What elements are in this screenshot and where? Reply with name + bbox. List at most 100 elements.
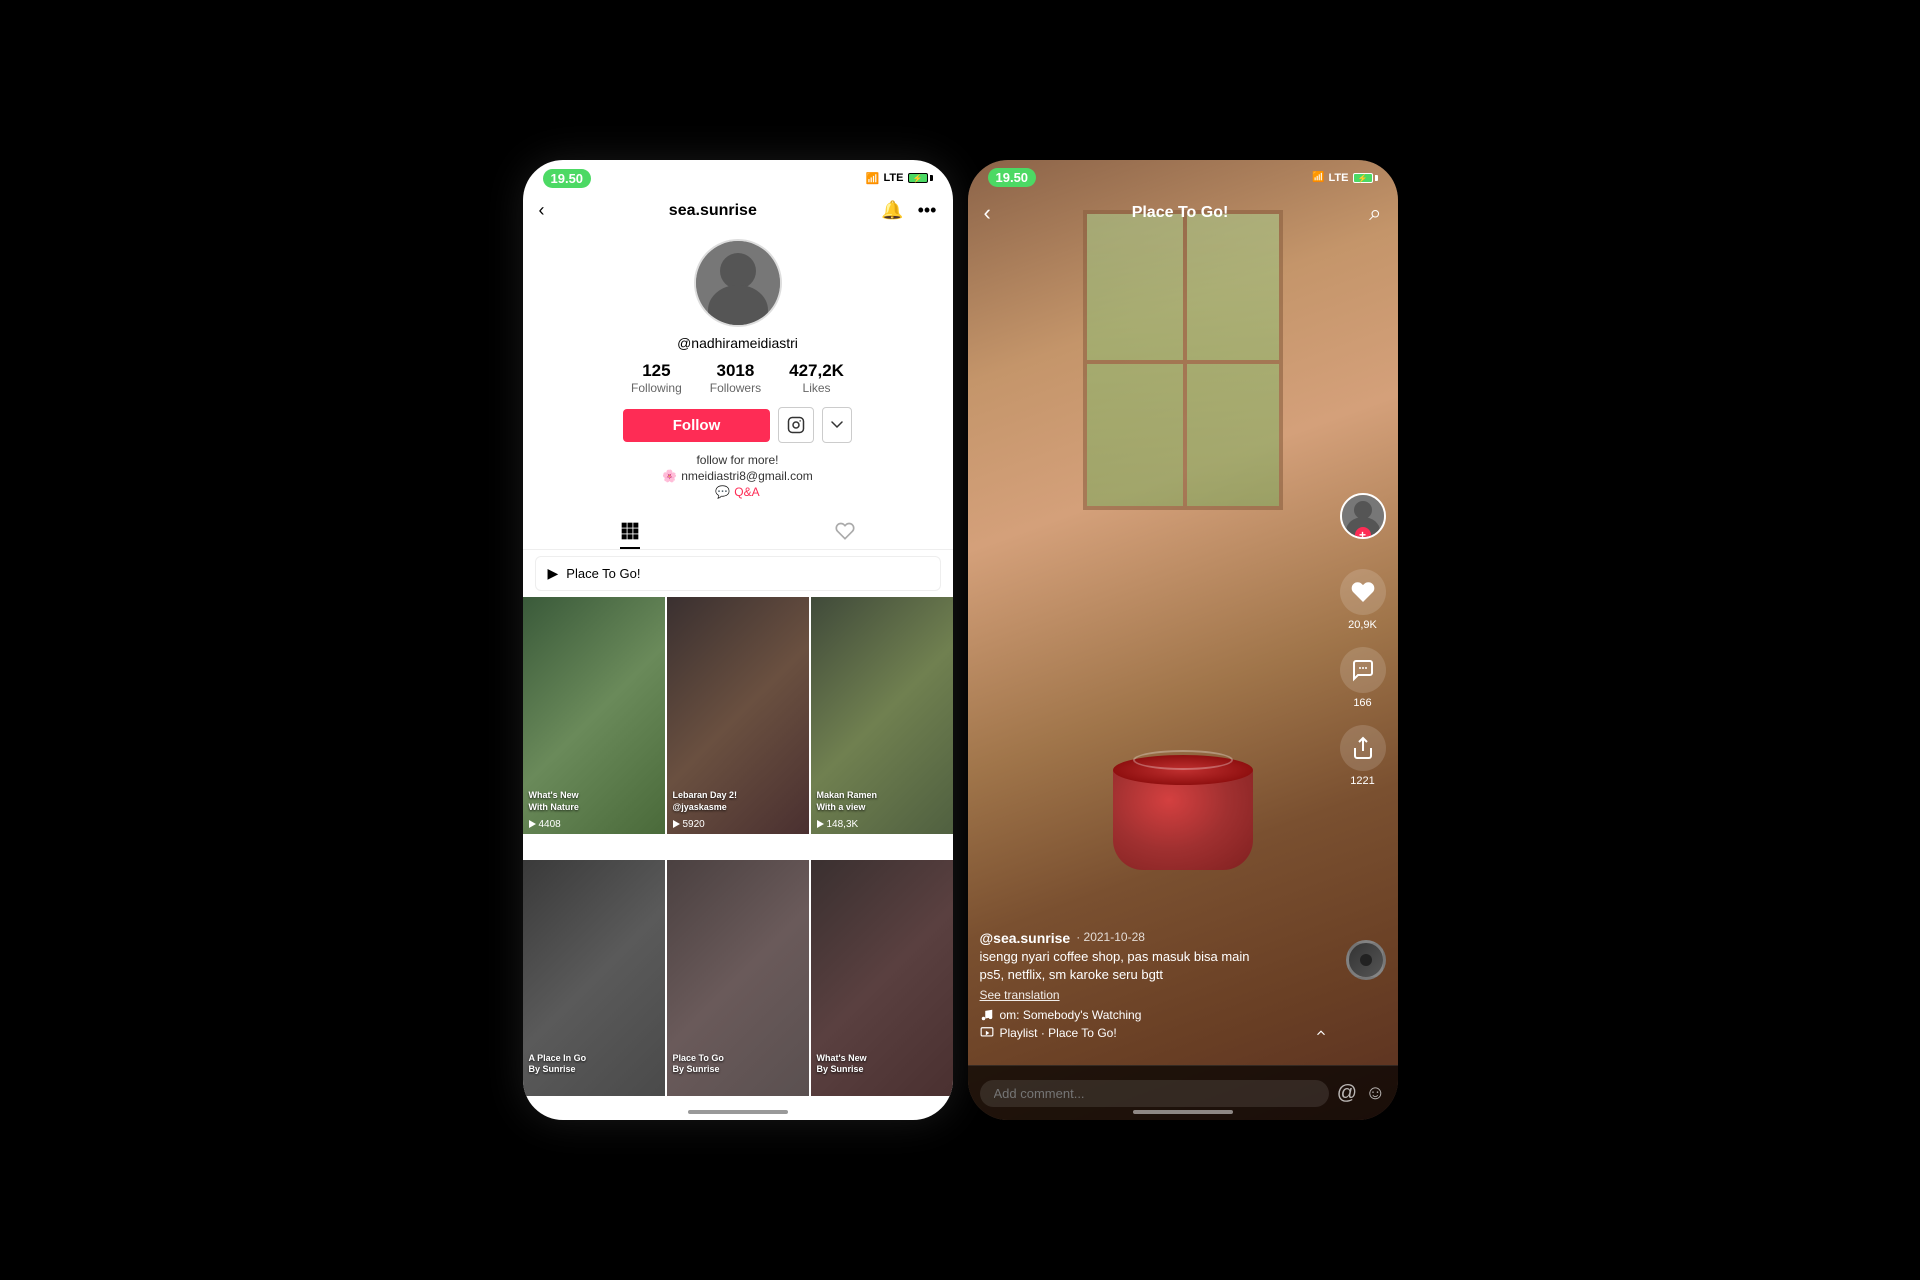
stat-followers: 3018 Followers <box>710 361 761 395</box>
playlist-info: Playlist · Place To Go! <box>980 1026 1117 1040</box>
comment-action[interactable]: 166 <box>1340 647 1386 709</box>
table-row[interactable]: What's NewBy Sunrise <box>811 860 953 1097</box>
home-indicator <box>688 1110 788 1114</box>
cup-swirl <box>1133 750 1233 770</box>
share-action[interactable]: 1221 <box>1340 725 1386 787</box>
instagram-button[interactable] <box>778 407 814 443</box>
video-label: What's NewWith Nature <box>529 790 659 813</box>
video-views: 148,3K <box>817 819 859 830</box>
video-label: A Place In GoBy Sunrise <box>529 1053 659 1076</box>
play-icon <box>529 820 536 828</box>
qa-emoji: 💬 <box>715 485 730 499</box>
nav-right-icons: 🔔 ••• <box>881 200 936 221</box>
chevron-up-icon[interactable] <box>1314 1026 1328 1040</box>
right-nav-title: Place To Go! <box>1132 204 1229 222</box>
video-label: Lebaran Day 2!@jyaskasme <box>673 790 803 813</box>
bio-email: nmeidiastri8@gmail.com <box>681 469 813 483</box>
qa-button[interactable]: Q&A <box>734 485 759 499</box>
music-disc[interactable] <box>1346 940 1386 980</box>
video-label: Place To GoBy Sunrise <box>673 1053 803 1076</box>
more-options-icon[interactable]: ••• <box>918 200 937 221</box>
comment-count: 166 <box>1353 697 1371 709</box>
right-time: 19.50 <box>988 168 1037 187</box>
email-emoji: 🌸 <box>662 469 677 483</box>
profile-section: @nadhirameidiastri 125 Following 3018 Fo… <box>523 229 953 501</box>
video-views: 5920 <box>673 819 705 830</box>
share-count: 1221 <box>1350 775 1374 787</box>
action-buttons: Follow <box>623 407 853 443</box>
stat-following: 125 Following <box>631 361 682 395</box>
cup-body <box>1113 770 1253 870</box>
right-status-icons: 📶 LTE ⚡ <box>1312 172 1377 184</box>
stat-likes: 427,2K Likes <box>789 361 844 395</box>
music-text: om: Somebody's Watching <box>1000 1008 1142 1022</box>
notification-icon[interactable]: 🔔 <box>881 200 903 221</box>
left-phone-screen: 19.50 📶 LTE ⚡ ‹ sea.sunrise 🔔 ••• @nadhi… <box>523 160 953 1120</box>
creator-avatar[interactable]: + <box>1340 493 1386 539</box>
bio-text1: follow for more! <box>696 453 778 467</box>
video-grid: What's NewWith Nature 4408 Lebaran Day 2… <box>523 597 953 1120</box>
play-icon <box>817 820 824 828</box>
table-row[interactable]: What's NewWith Nature 4408 <box>523 597 665 834</box>
window-decoration <box>1083 210 1283 510</box>
left-time: 19.50 <box>543 169 592 188</box>
follow-plus-badge: + <box>1355 527 1371 539</box>
table-row[interactable]: Place To GoBy Sunrise <box>667 860 809 1097</box>
stats-row: 125 Following 3018 Followers 427,2K Like… <box>631 361 844 395</box>
right-phone-screen: 19.50 📶 LTE ⚡ ‹ Place To Go! ⌕ + <box>968 160 1398 1120</box>
followers-value: 3018 <box>717 361 755 381</box>
comment-input[interactable] <box>980 1080 1329 1107</box>
at-mention-icon[interactable]: @ <box>1337 1082 1357 1105</box>
table-row[interactable]: Makan RamenWith a view 148,3K <box>811 597 953 834</box>
follow-button[interactable]: Follow <box>623 409 771 442</box>
playlist-text: Place To Go! <box>566 566 640 581</box>
lte-label: LTE <box>884 172 904 184</box>
right-lte-label: LTE <box>1329 172 1349 184</box>
left-status-bar: 19.50 📶 LTE ⚡ <box>523 160 953 196</box>
emoji-picker-icon[interactable]: ☺ <box>1365 1082 1385 1105</box>
table-row[interactable]: A Place In GoBy Sunrise <box>523 860 665 1097</box>
table-row[interactable]: Lebaran Day 2!@jyaskasme 5920 <box>667 597 809 834</box>
avatar <box>694 239 782 327</box>
left-top-nav: ‹ sea.sunrise 🔔 ••• <box>523 196 953 229</box>
following-label: Following <box>631 381 682 395</box>
bottom-video-info: @sea.sunrise · 2021-10-28 isengg nyari c… <box>980 930 1328 1040</box>
bio-email-line: 🌸 nmeidiastri8@gmail.com <box>662 469 813 483</box>
creator-avatar-action[interactable]: + <box>1340 493 1386 539</box>
more-options-button[interactable] <box>822 407 852 443</box>
likes-value: 427,2K <box>789 361 844 381</box>
likes-label: Likes <box>803 381 831 395</box>
play-icon <box>673 820 680 828</box>
bio-qa-line: 💬 Q&A <box>662 485 813 499</box>
tab-videos[interactable] <box>523 513 738 549</box>
video-label: Makan RamenWith a view <box>817 790 947 813</box>
window-vertical-frame <box>1183 214 1187 506</box>
profile-handle: @nadhirameidiastri <box>677 335 798 351</box>
music-info: om: Somebody's Watching <box>980 1008 1328 1022</box>
comment-button[interactable] <box>1340 647 1386 693</box>
followers-label: Followers <box>710 381 761 395</box>
cup-surface <box>1113 755 1253 785</box>
video-label: What's NewBy Sunrise <box>817 1053 947 1076</box>
video-views: 4408 <box>529 819 561 830</box>
right-search-button[interactable]: ⌕ <box>1369 200 1381 226</box>
tab-liked[interactable] <box>738 513 953 549</box>
signal-icon: 📶 <box>866 172 880 185</box>
profile-tabs <box>523 513 953 550</box>
like-button[interactable] <box>1340 569 1386 615</box>
battery-icon: ⚡ <box>908 173 933 183</box>
right-back-button[interactable]: ‹ <box>984 200 991 226</box>
right-home-indicator <box>1133 1110 1233 1114</box>
playlist-icon: ▶ <box>548 565 559 582</box>
following-value: 125 <box>642 361 670 381</box>
see-translation-button[interactable]: See translation <box>980 988 1328 1002</box>
playlist-banner[interactable]: ▶ Place To Go! <box>535 556 941 591</box>
back-button[interactable]: ‹ <box>539 200 545 221</box>
share-button[interactable] <box>1340 725 1386 771</box>
right-signal-icon: 📶 <box>1312 172 1324 183</box>
playlist-text-right: Playlist · Place To Go! <box>1000 1026 1117 1040</box>
like-action[interactable]: 20,9K <box>1340 569 1386 631</box>
right-lightning-icon: ⚡ <box>1358 174 1368 183</box>
bio-section: follow for more! 🌸 nmeidiastri8@gmail.co… <box>642 453 833 501</box>
coffee-cup <box>1113 770 1253 870</box>
